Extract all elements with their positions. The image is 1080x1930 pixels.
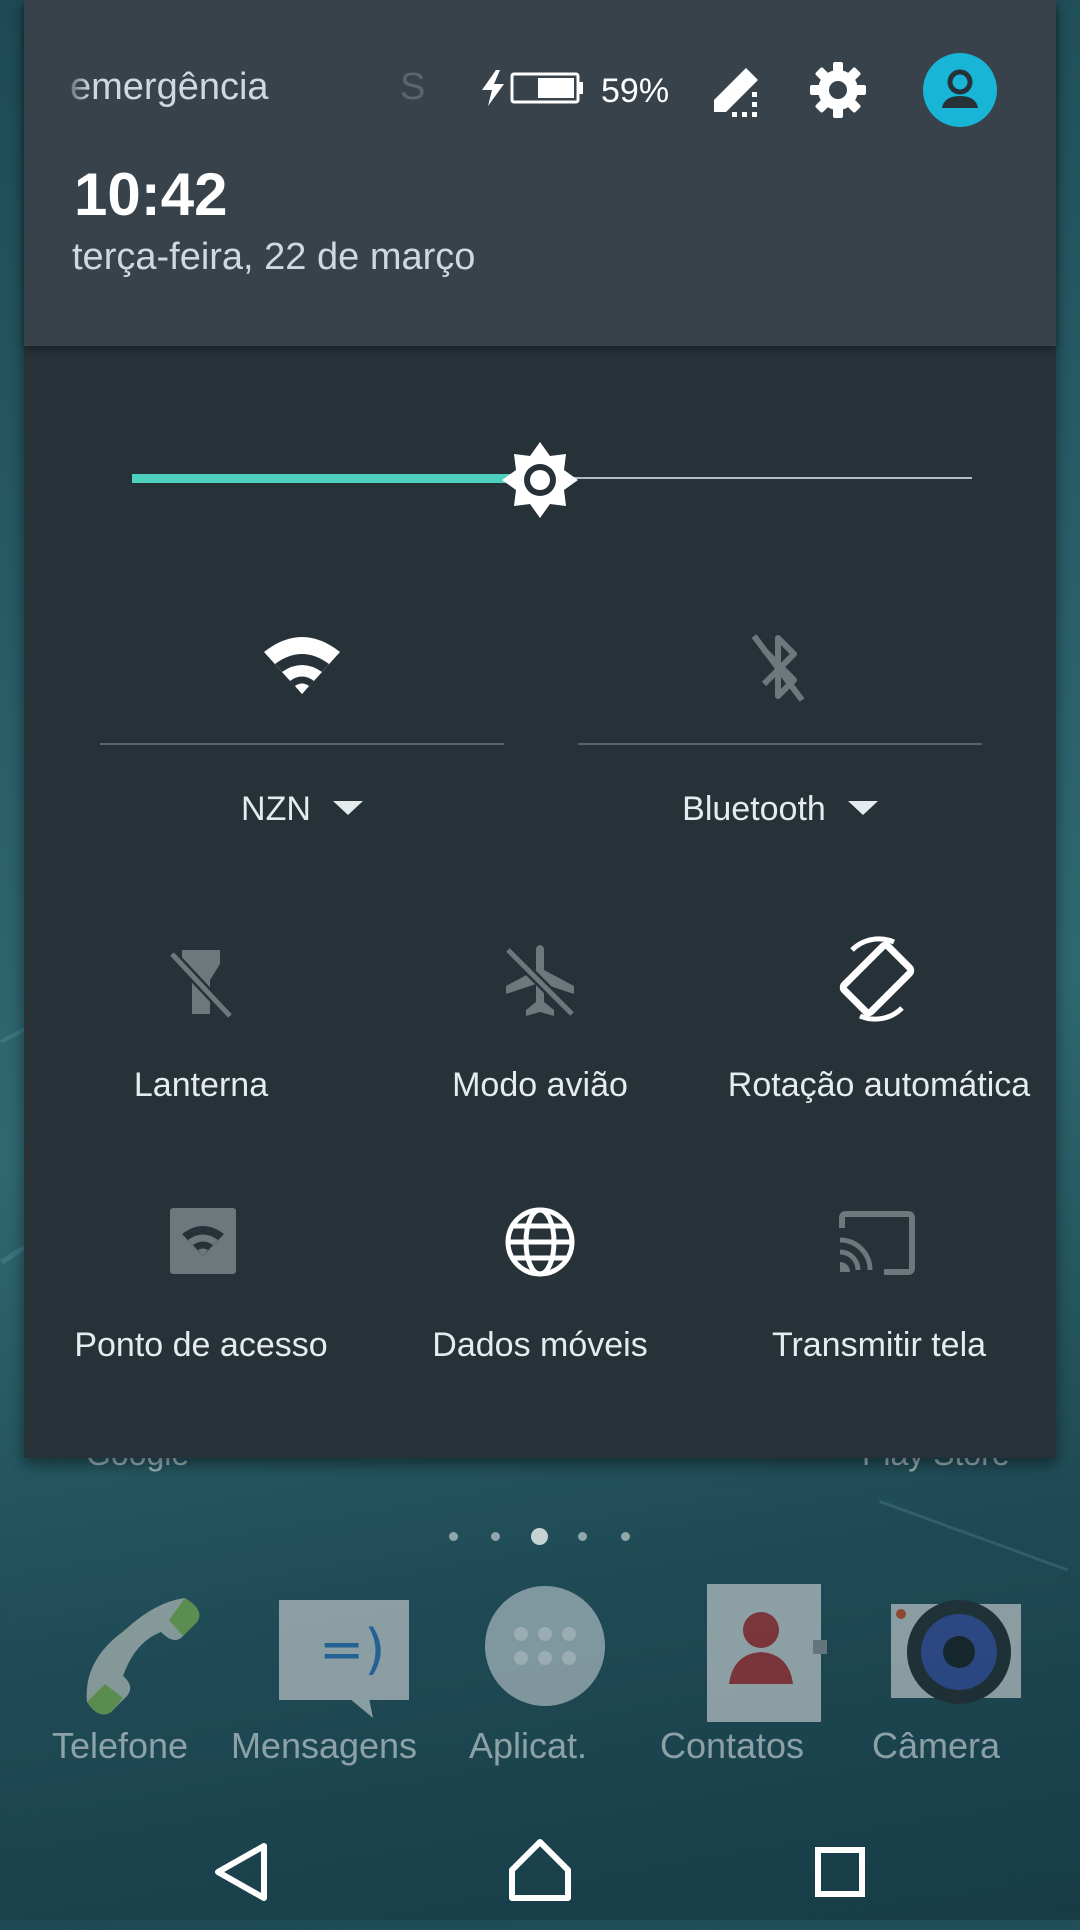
tile-mobile-data-label[interactable]: Dados móveis bbox=[363, 1326, 717, 1365]
recents-icon[interactable] bbox=[780, 1810, 900, 1930]
chevron-down-icon bbox=[332, 801, 363, 816]
svg-text:=): =) bbox=[319, 1618, 385, 1681]
carrier-text-secondary: S bbox=[400, 66, 426, 108]
clock-time[interactable]: 10:42 bbox=[74, 160, 227, 229]
edit-icon[interactable] bbox=[708, 60, 768, 120]
carrier-fade bbox=[60, 60, 90, 120]
back-icon[interactable] bbox=[180, 1810, 300, 1930]
airplane-off-icon[interactable] bbox=[500, 940, 580, 1020]
hotspot-icon[interactable] bbox=[170, 1208, 236, 1274]
wifi-divider bbox=[100, 743, 504, 745]
messages-icon: =) bbox=[279, 1600, 409, 1718]
bluetooth-divider bbox=[578, 743, 982, 745]
wifi-icon[interactable] bbox=[262, 628, 342, 698]
bluetooth-off-icon[interactable] bbox=[748, 628, 808, 708]
quick-settings-panel: emergência S 59% 10:42 terça-feira, 22 d… bbox=[24, 0, 1056, 1458]
page-dot bbox=[491, 1532, 500, 1541]
brightness-slider-fill[interactable] bbox=[132, 474, 562, 483]
page-dot bbox=[578, 1532, 587, 1541]
charging-bolt-icon bbox=[482, 70, 504, 106]
date-text[interactable]: terça-feira, 22 de março bbox=[72, 236, 475, 279]
carrier-text: emergência bbox=[70, 66, 269, 108]
tile-hotspot-label[interactable]: Ponto de acesso bbox=[24, 1326, 378, 1365]
battery-icon bbox=[510, 72, 583, 104]
brightness-thumb-icon[interactable] bbox=[500, 440, 580, 520]
bluetooth-dropdown[interactable]: Bluetooth bbox=[578, 790, 982, 829]
user-avatar-icon[interactable] bbox=[922, 52, 998, 128]
globe-icon[interactable] bbox=[502, 1204, 578, 1280]
home-icon[interactable] bbox=[480, 1810, 600, 1930]
brightness-slider-track[interactable] bbox=[562, 477, 972, 479]
tile-cast-label[interactable]: Transmitir tela bbox=[702, 1326, 1056, 1365]
phone-icon bbox=[86, 1598, 200, 1715]
tile-rotation-label[interactable]: Rotação automática bbox=[702, 1066, 1056, 1105]
contacts-icon bbox=[707, 1584, 827, 1722]
page-dot-active bbox=[531, 1528, 548, 1545]
cast-icon[interactable] bbox=[836, 1210, 918, 1276]
camera-icon bbox=[891, 1600, 1021, 1704]
page-indicator bbox=[0, 1526, 1080, 1546]
rotate-icon[interactable] bbox=[832, 934, 922, 1024]
navigation-bar bbox=[0, 1790, 1080, 1920]
apps-icon bbox=[485, 1586, 605, 1706]
page-dot bbox=[621, 1532, 630, 1541]
battery-percent: 59% bbox=[601, 72, 670, 110]
dock-label: Câmera bbox=[871, 1725, 1001, 1766]
flashlight-off-icon[interactable] bbox=[166, 942, 236, 1022]
chevron-down-icon bbox=[847, 801, 878, 816]
shade-header: emergência S 59% 10:42 terça-feira, 22 d… bbox=[24, 0, 1056, 346]
bluetooth-label: Bluetooth bbox=[682, 790, 826, 828]
settings-gear-icon[interactable] bbox=[806, 58, 870, 122]
dock: Telefone =) Mensagens Aplicat. Contatos bbox=[0, 1565, 1080, 1766]
wifi-network-label: NZN bbox=[241, 790, 311, 828]
tile-flashlight-label[interactable]: Lanterna bbox=[24, 1066, 378, 1105]
wifi-network-dropdown[interactable]: NZN bbox=[100, 790, 504, 829]
page-dot bbox=[449, 1532, 458, 1541]
tile-airplane-label[interactable]: Modo avião bbox=[363, 1066, 717, 1105]
